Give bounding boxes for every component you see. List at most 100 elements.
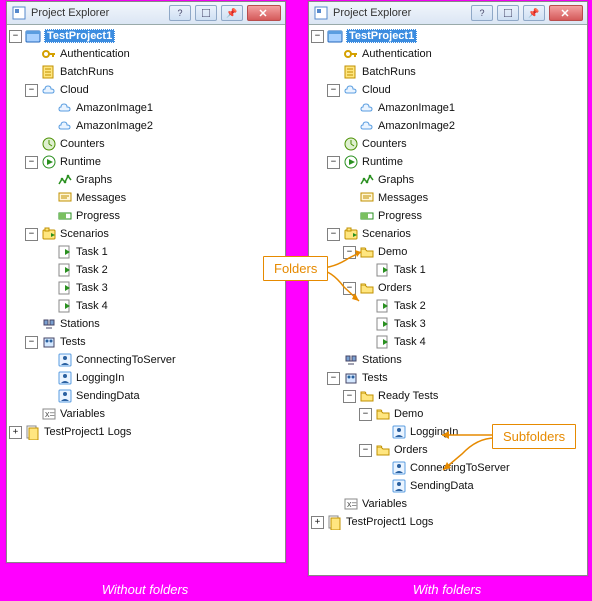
collapse-toggle[interactable]: − — [343, 246, 356, 259]
tree-node-label: TestProject1 Logs — [346, 516, 433, 528]
callout-folders: Folders — [263, 256, 328, 281]
collapse-toggle[interactable]: − — [25, 228, 38, 241]
tree-node[interactable]: Counters — [9, 135, 285, 153]
tree-node[interactable]: Task 4 — [9, 297, 285, 315]
tree-node[interactable]: SendingData — [311, 477, 587, 495]
tree-node[interactable]: Counters — [311, 135, 587, 153]
tree-node[interactable]: −Runtime — [311, 153, 587, 171]
expand-toggle[interactable]: + — [9, 426, 22, 439]
tree-node[interactable]: LoggingIn — [9, 369, 285, 387]
collapse-toggle[interactable]: − — [343, 282, 356, 295]
tree-node[interactable]: Task 4 — [311, 333, 587, 351]
cloud-icon — [359, 100, 375, 116]
tree-node-label: BatchRuns — [362, 66, 416, 78]
tree-node-label: Cloud — [362, 84, 391, 96]
tree-node-label: Progress — [378, 210, 422, 222]
tree-node[interactable]: AmazonImage1 — [311, 99, 587, 117]
station-icon — [343, 352, 359, 368]
collapse-toggle[interactable]: − — [327, 156, 340, 169]
person-icon — [57, 352, 73, 368]
tree-node[interactable]: −Tests — [311, 369, 587, 387]
tree-node-label: Task 3 — [394, 318, 426, 330]
tree-node[interactable]: AmazonImage2 — [9, 117, 285, 135]
tree-node[interactable]: Messages — [311, 189, 587, 207]
tree-node-label: AmazonImage1 — [378, 102, 455, 114]
tree-node[interactable]: Authentication — [9, 45, 285, 63]
tree-node-label: Task 4 — [76, 300, 108, 312]
tree-node[interactable]: + TestProject1 Logs — [311, 513, 587, 531]
pin-button[interactable]: 📌 — [523, 5, 545, 21]
tree-node[interactable]: BatchRuns — [9, 63, 285, 81]
tree-node[interactable]: −TestProject1 — [311, 27, 587, 45]
tree-node[interactable]: −Runtime — [9, 153, 285, 171]
collapse-toggle[interactable]: − — [359, 444, 372, 457]
pin-button[interactable]: 📌 — [221, 5, 243, 21]
collapse-toggle[interactable]: − — [327, 372, 340, 385]
tests-icon — [343, 370, 359, 386]
tree-node[interactable]: +TestProject1 Logs — [9, 423, 285, 441]
tree-node[interactable]: Task 2 — [9, 261, 285, 279]
tree-node[interactable]: −Cloud — [9, 81, 285, 99]
collapse-toggle[interactable]: − — [359, 408, 372, 421]
close-button[interactable] — [247, 5, 281, 21]
tree-node[interactable]: Task 2 — [311, 297, 587, 315]
tree-node[interactable]: Messages — [9, 189, 285, 207]
tree-node[interactable]: Task 1 — [311, 261, 587, 279]
close-button[interactable] — [549, 5, 583, 21]
tree-node[interactable]: −Scenarios — [9, 225, 285, 243]
tree-node[interactable]: SendingData — [9, 387, 285, 405]
collapse-toggle[interactable]: − — [343, 390, 356, 403]
tree-node[interactable]: −Ready Tests — [311, 387, 587, 405]
tree-node[interactable]: − Cloud — [311, 81, 587, 99]
tree-node[interactable]: −Demo — [311, 405, 587, 423]
tree-node[interactable]: Graphs — [311, 171, 587, 189]
play-icon — [41, 154, 57, 170]
caption-right: With folders — [308, 582, 586, 597]
tree-node[interactable]: Task 1 — [9, 243, 285, 261]
tree-node[interactable]: ConnectingToServer — [9, 351, 285, 369]
tree-node[interactable]: Stations — [9, 315, 285, 333]
tree-node-label: TestProject1 — [44, 29, 115, 43]
tree-node[interactable]: Stations — [311, 351, 587, 369]
tree-node[interactable]: −Demo — [311, 243, 587, 261]
tree-node[interactable]: x=Variables — [311, 495, 587, 513]
collapse-toggle[interactable]: − — [25, 336, 38, 349]
collapse-toggle[interactable]: − — [25, 84, 38, 97]
tree-node[interactable]: −Tests — [9, 333, 285, 351]
restore-button[interactable] — [497, 5, 519, 21]
collapse-toggle[interactable]: − — [327, 84, 340, 97]
tree-node[interactable]: Task 3 — [311, 315, 587, 333]
tree-node-label: LoggingIn — [76, 372, 124, 384]
tree-node[interactable]: −Orders — [311, 279, 587, 297]
tree-node[interactable]: Progress — [9, 207, 285, 225]
tree-node[interactable]: AmazonImage1 — [9, 99, 285, 117]
tree-node[interactable]: Task 3 — [9, 279, 285, 297]
restore-button[interactable] — [195, 5, 217, 21]
help-button[interactable]: ? — [471, 5, 493, 21]
tree-node[interactable]: Progress — [311, 207, 587, 225]
folder-icon — [375, 406, 391, 422]
svg-text:x=: x= — [347, 499, 357, 509]
key-icon — [41, 46, 57, 62]
tree-right[interactable]: −TestProject1Authentication BatchRuns − Clo… — [309, 25, 587, 578]
tree-node[interactable]: −Scenarios — [311, 225, 587, 243]
tree-node[interactable]: − TestProject1 — [9, 27, 285, 45]
expand-toggle[interactable]: + — [311, 516, 324, 529]
tree-left[interactable]: − TestProject1 Authentication BatchRuns −Clo… — [7, 25, 285, 565]
collapse-toggle[interactable]: − — [9, 30, 22, 43]
collapse-toggle[interactable]: − — [25, 156, 38, 169]
tree-node-label: BatchRuns — [60, 66, 114, 78]
tree-node[interactable]: AmazonImage2 — [311, 117, 587, 135]
tree-node[interactable]: x=Variables — [9, 405, 285, 423]
tree-node[interactable]: BatchRuns — [311, 63, 587, 81]
help-button[interactable]: ? — [169, 5, 191, 21]
cloud-icon — [57, 118, 73, 134]
collapse-toggle[interactable]: − — [327, 228, 340, 241]
tree-node-label: Messages — [378, 192, 428, 204]
tree-node[interactable]: Authentication — [311, 45, 587, 63]
tree-node-label: Variables — [60, 408, 105, 420]
tree-node-label: Progress — [76, 210, 120, 222]
collapse-toggle[interactable]: − — [311, 30, 324, 43]
tree-node[interactable]: Graphs — [9, 171, 285, 189]
tree-node[interactable]: ConnectingToServer — [311, 459, 587, 477]
